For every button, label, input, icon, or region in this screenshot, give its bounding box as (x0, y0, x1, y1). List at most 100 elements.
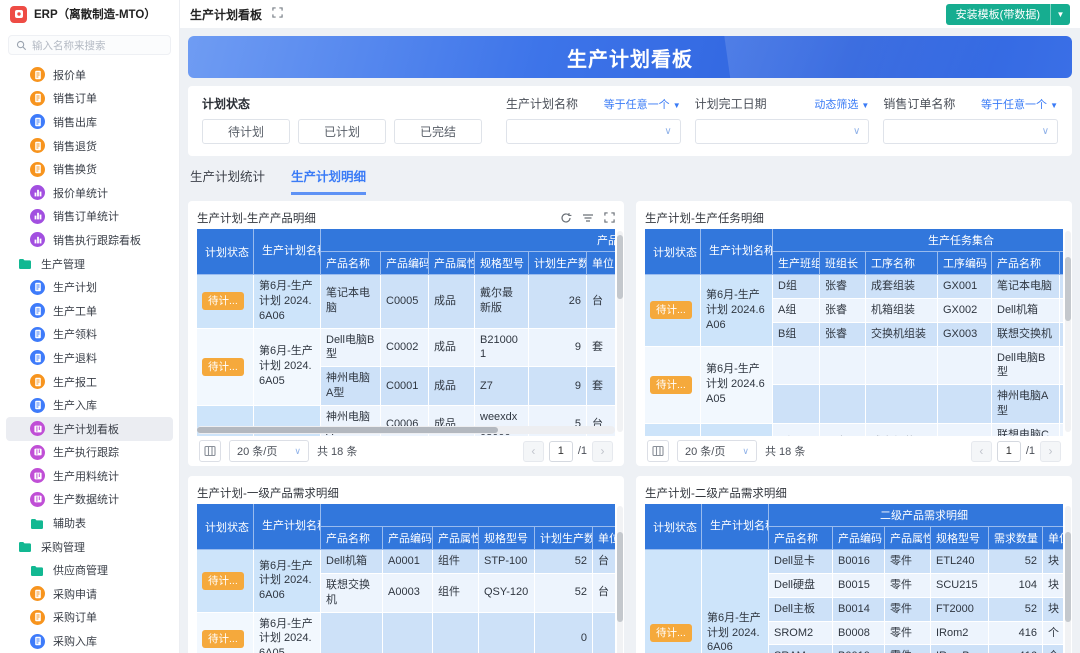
status-option-3[interactable]: 已完结 (394, 119, 482, 144)
column-header[interactable]: 生产计划名称▲▼ (254, 229, 321, 275)
column-header[interactable]: 班组长 (820, 252, 866, 275)
filter-select[interactable]: ∨ (695, 119, 870, 144)
sidebar-item-19[interactable]: 生产数据统计 (6, 488, 173, 512)
column-settings-button[interactable] (647, 440, 669, 462)
sidebar-item-21[interactable]: 采购管理 (6, 535, 173, 559)
column-header[interactable]: 生产计划名称▲▼ (701, 229, 773, 275)
column-header[interactable]: 规格型号 (479, 527, 535, 550)
install-template-button[interactable]: 安装模板(带数据) ▼ (946, 4, 1070, 25)
filter-operator-link[interactable]: 动态筛选 ▼ (814, 96, 869, 112)
column-header[interactable]: 计划状态▲ (197, 504, 254, 550)
sidebar-item-3[interactable]: 销售出库 (6, 110, 173, 134)
column-header[interactable]: 工序编码 (938, 252, 992, 275)
column-header[interactable]: 产品属性 (433, 527, 479, 550)
table-row[interactable]: 待计...第6月-生产计划 2024.6A06Dell机箱A0001组件STP-… (197, 550, 615, 574)
sidebar-item-7[interactable]: 销售订单统计 (6, 205, 173, 229)
vertical-scrollbar[interactable] (617, 506, 623, 653)
vertical-scrollbar[interactable] (617, 231, 623, 432)
column-header[interactable]: 生产计划名称▲▼ (702, 504, 769, 550)
sidebar-item-17[interactable]: 生产执行跟踪 (6, 441, 173, 465)
column-header[interactable]: 规格型号 (931, 527, 989, 550)
sidebar-item-23[interactable]: 采购申请 (6, 582, 173, 606)
table-row[interactable]: 待计...第6月-生产计划 2024.6A05D组张睿成套组装GX001联想电脑… (645, 424, 1063, 436)
sidebar-item-24[interactable]: 采购订单 (6, 606, 173, 630)
sidebar-item-16[interactable]: 生产计划看板 (6, 417, 173, 441)
sidebar-item-20[interactable]: 辅助表 (6, 511, 173, 535)
sidebar-item-9[interactable]: 生产管理 (6, 252, 173, 276)
sidebar-item-22[interactable]: 供应商管理 (6, 558, 173, 582)
table-row[interactable]: 待计...第6月-生产计划 2024.6A06Dell显卡B0016零件ETL2… (645, 550, 1063, 574)
sidebar-item-11[interactable]: 生产工单 (6, 299, 173, 323)
current-page[interactable]: 1 (549, 441, 573, 462)
current-page[interactable]: 1 (997, 441, 1021, 462)
page-size-select[interactable]: 20 条/页∨ (677, 440, 757, 462)
column-header[interactable]: 产品属性 (429, 252, 475, 275)
table-scroll-area[interactable]: 计划状态▲生产计划名称▲▼二级产品需求明细产品名称产品编码产品属性规格型号需求数… (645, 504, 1063, 653)
refresh-icon[interactable] (560, 212, 572, 224)
sidebar-item-15[interactable]: 生产入库 (6, 393, 173, 417)
column-header[interactable]: 产品编码 (833, 527, 885, 550)
search-input[interactable]: 输入名称来搜索 (8, 35, 171, 55)
filter-operator-link[interactable]: 等于任意一个 ▼ (981, 96, 1058, 112)
column-header[interactable]: 产品名称 (321, 527, 383, 550)
sidebar-item-8[interactable]: 销售执行跟踪看板 (6, 228, 173, 252)
column-header[interactable]: 产品编码 (1060, 252, 1063, 275)
fullscreen-icon[interactable] (272, 7, 283, 21)
status-option-2[interactable]: 已计划 (298, 119, 386, 144)
column-header[interactable]: 计划生产数量 (535, 527, 593, 550)
column-header[interactable]: 需求数量 (989, 527, 1043, 550)
vertical-scrollbar[interactable] (1065, 231, 1071, 432)
column-header[interactable]: 产品名称 (769, 527, 833, 550)
column-header[interactable]: 计划生产数量 (529, 252, 587, 275)
column-header[interactable]: 计划状态▲ (645, 229, 701, 275)
filter-lines-icon[interactable] (582, 212, 594, 224)
sidebar-item-12[interactable]: 生产领料 (6, 323, 173, 347)
column-header[interactable]: 单位 (1043, 527, 1063, 550)
install-template-label[interactable]: 安装模板(带数据) (946, 4, 1050, 25)
column-settings-button[interactable] (199, 440, 221, 462)
column-header[interactable]: 计划状态▲ (197, 229, 254, 275)
column-header[interactable]: 单位 (593, 527, 615, 550)
sidebar-item-25[interactable]: 采购入库 (6, 629, 173, 653)
column-header[interactable]: 产品编码 (381, 252, 429, 275)
column-header[interactable]: 产品名称 (321, 252, 381, 275)
sidebar-item-5[interactable]: 销售换货 (6, 157, 173, 181)
column-header[interactable]: 产品属性 (885, 527, 931, 550)
tab-1[interactable]: 生产计划统计 (190, 166, 265, 195)
horizontal-scrollbar[interactable] (197, 426, 615, 434)
next-page-button[interactable]: › (1040, 441, 1061, 462)
sidebar-item-1[interactable]: 报价单 (6, 63, 173, 87)
table-row[interactable]: 待计...第6月-生产计划 2024.6A05Dell电脑B型C0002 (645, 347, 1063, 386)
prev-page-button[interactable]: ‹ (523, 441, 544, 462)
table-row[interactable]: 待计...第6月-生产计划 2024.6A05Dell电脑B型C0002成品B2… (197, 329, 615, 368)
sidebar-item-18[interactable]: 生产用料统计 (6, 464, 173, 488)
column-header[interactable]: 单位 (587, 252, 615, 275)
filter-select[interactable]: ∨ (883, 119, 1058, 144)
install-dropdown-caret[interactable]: ▼ (1050, 4, 1070, 25)
sidebar-item-14[interactable]: 生产报工 (6, 370, 173, 394)
column-header[interactable]: 规格型号 (475, 252, 529, 275)
sidebar-item-2[interactable]: 销售订单 (6, 87, 173, 111)
sidebar-item-6[interactable]: 报价单统计 (6, 181, 173, 205)
sidebar-item-10[interactable]: 生产计划 (6, 275, 173, 299)
table-row[interactable]: 待计...第6月-生产计划 2024.6A06D组张睿成套组装GX001笔记本电… (645, 275, 1063, 299)
sidebar-item-4[interactable]: 销售退货 (6, 134, 173, 158)
column-header[interactable]: 工序名称 (866, 252, 938, 275)
column-header[interactable]: 生产班组 (773, 252, 820, 275)
prev-page-button[interactable]: ‹ (971, 441, 992, 462)
tab-2[interactable]: 生产计划明细 (291, 166, 366, 195)
table-scroll-area[interactable]: 计划状态▲生产计划名称▲▼生产任务集合生产班组班组长工序名称工序编码产品名称产品… (645, 229, 1063, 436)
sidebar-item-13[interactable]: 生产退料 (6, 346, 173, 370)
status-option-1[interactable]: 待计划 (202, 119, 290, 144)
column-header[interactable]: 计划状态▲ (645, 504, 702, 550)
filter-select[interactable]: ∨ (506, 119, 681, 144)
column-header[interactable]: 产品编码 (383, 527, 433, 550)
table-scroll-area[interactable]: 计划状态▲生产计划名称▲▼产品明细产品名称产品编码产品属性规格型号计划生产数量单… (197, 229, 615, 436)
column-header[interactable]: 生产计划名称▲▼ (254, 504, 321, 550)
expand-icon[interactable] (604, 212, 615, 223)
table-row[interactable]: 待计...第6月-生产计划 2024.6A050 (197, 613, 615, 653)
column-header[interactable]: 产品名称 (992, 252, 1060, 275)
filter-operator-link[interactable]: 等于任意一个 ▼ (604, 96, 681, 112)
vertical-scrollbar[interactable] (1065, 506, 1071, 653)
table-row[interactable]: 待计...第6月-生产计划 2024.6A06笔记本电脑C0005成品戴尔最新版… (197, 275, 615, 329)
